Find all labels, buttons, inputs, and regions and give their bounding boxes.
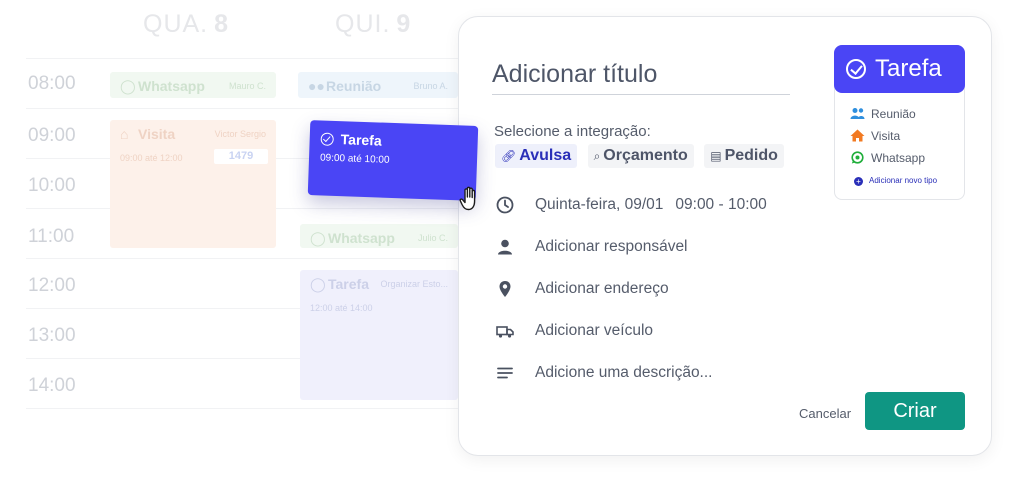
users-icon: ●● (308, 78, 325, 94)
hour-label: 14:00 (28, 375, 76, 396)
order-badge: 1479 (214, 149, 268, 164)
integration-chip-pedido[interactable]: ▤ Pedido (704, 144, 784, 168)
whatsapp-icon: ◯ (310, 230, 326, 246)
check-circle-icon (320, 132, 334, 146)
hour-label: 08:00 (28, 73, 76, 94)
link-icon: 🔗︎ (501, 149, 517, 163)
title-input[interactable] (492, 55, 790, 95)
day-header-wed: QUA. 8 (143, 10, 230, 38)
event-tarefa[interactable]: ◯ Tarefa Organizar Esto... 12:00 até 14:0… (300, 270, 458, 400)
check-circle-icon: ◯ (310, 276, 326, 292)
grab-hand-cursor-icon (459, 186, 476, 211)
date-text: Quinta-feira, 09/01 (535, 196, 664, 213)
home-icon: ⌂ (120, 126, 129, 142)
hour-divider (26, 58, 486, 59)
day-header-thu: QUI. 9 (335, 10, 412, 38)
person-icon (498, 239, 512, 255)
event-person: Bruno A. (413, 81, 448, 91)
location-pin-icon (499, 281, 511, 297)
add-new-type-link[interactable]: + Adicionar novo tipo (854, 176, 937, 186)
event-time: 12:00 até 14:00 (310, 303, 373, 313)
integration-chips: 🔗︎ Avulsa ⌕ Orçamento ▤ Pedido (495, 144, 790, 168)
integration-chip-avulsa[interactable]: 🔗︎ Avulsa (495, 144, 578, 168)
event-whatsapp[interactable]: ◯ Whatsapp Mauro C. (110, 72, 276, 98)
create-button[interactable]: Criar (865, 392, 965, 430)
type-option-visita[interactable]: Visita (850, 129, 900, 145)
hour-label: 13:00 (28, 325, 76, 346)
hour-divider (26, 408, 486, 409)
order-icon: ▤ (710, 149, 722, 163)
truck-icon (496, 326, 514, 338)
hour-label: 11:00 (28, 226, 75, 247)
create-event-modal: Selecione a integração: 🔗︎Avulsa ⌕Orçame… (458, 16, 992, 456)
event-type-selector: Tarefa Reunião Visita Whatsapp + Adiciona… (834, 45, 965, 200)
users-icon (850, 108, 865, 119)
type-option-reuniao[interactable]: Reunião (850, 107, 916, 123)
plus-icon: + (854, 177, 863, 186)
integration-chip-orcamento[interactable]: ⌕ Orçamento (587, 144, 694, 168)
whatsapp-icon (851, 151, 864, 164)
event-time: 09:00 até 12:00 (120, 153, 183, 163)
text-lines-icon (497, 367, 513, 379)
search-doc-icon: ⌕ (593, 149, 601, 163)
dragged-event-time: 09:00 até 10:00 (319, 152, 390, 166)
event-visita[interactable]: ⌂ Visita Victor Sergio 09:00 até 12:00 14… (110, 120, 276, 248)
hour-divider (26, 108, 486, 109)
clock-icon (496, 196, 514, 214)
event-person: Organizar Esto... (380, 279, 448, 289)
event-whatsapp[interactable]: ◯ Whatsapp Julio C. (300, 224, 458, 248)
time-range-text: 09:00 - 10:00 (675, 196, 767, 213)
check-circle-icon (846, 59, 866, 79)
event-person: Julio C. (417, 233, 448, 243)
cancel-button[interactable]: Cancelar (799, 406, 851, 421)
dragged-event-card[interactable]: Tarefa 09:00 até 10:00 (307, 120, 479, 201)
event-person: Victor Sergio (214, 129, 266, 139)
hour-label: 09:00 (28, 125, 76, 146)
hour-label: 12:00 (28, 275, 76, 296)
selected-type-button[interactable]: Tarefa (834, 45, 965, 93)
integration-label: Selecione a integração: (494, 123, 651, 140)
event-person: Mauro C. (228, 81, 266, 91)
hour-label: 10:00 (28, 175, 76, 196)
event-reuniao[interactable]: ●●Reunião Bruno A. (298, 72, 458, 98)
hour-divider (26, 258, 486, 259)
type-option-whatsapp[interactable]: Whatsapp (850, 151, 925, 167)
whatsapp-icon: ◯ (120, 78, 136, 94)
home-icon (850, 129, 865, 142)
